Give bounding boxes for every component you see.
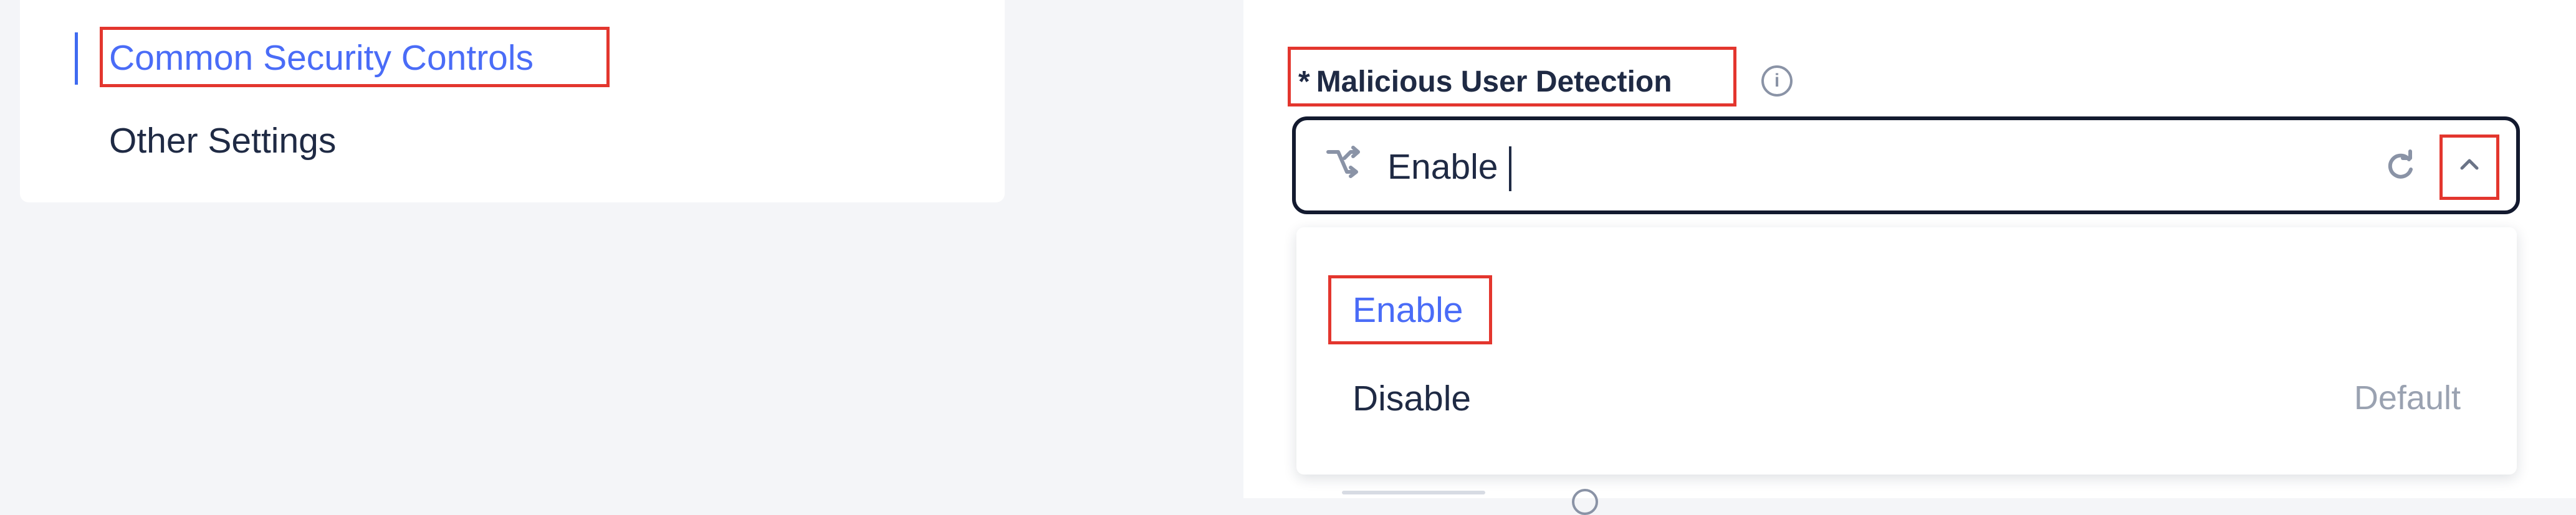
next-field-label-placeholder xyxy=(1342,491,1485,494)
required-marker: * xyxy=(1298,65,1310,98)
reset-icon[interactable] xyxy=(2384,149,2416,182)
active-indicator xyxy=(75,32,78,85)
text-caret xyxy=(1509,146,1511,191)
field-label-text: Malicious User Detection xyxy=(1316,65,1672,98)
default-tag: Default xyxy=(2353,379,2461,417)
field-label: * Malicious User Detection xyxy=(1298,67,1672,97)
option-enable[interactable]: Enable xyxy=(1353,293,1463,328)
info-icon[interactable]: i xyxy=(1761,65,1793,97)
sidebar-item-other-settings[interactable]: Other Settings xyxy=(109,123,336,159)
select-value[interactable]: Enable xyxy=(1387,149,1498,185)
sidebar-item-common-security-controls[interactable]: Common Security Controls xyxy=(109,40,534,76)
option-disable[interactable]: Disable xyxy=(1353,381,1471,417)
chevron-up-icon[interactable] xyxy=(2451,146,2488,183)
info-icon xyxy=(1572,489,1598,515)
shuffle-icon xyxy=(1326,146,1360,178)
sidebar-panel xyxy=(20,0,1005,202)
dropdown-menu xyxy=(1296,227,2517,475)
